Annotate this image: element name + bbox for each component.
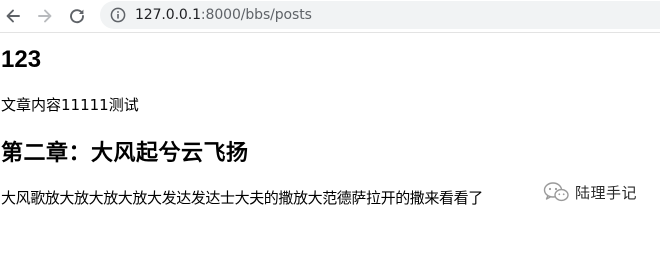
url-path: :8000/bbs/posts — [200, 7, 312, 23]
reload-icon — [70, 9, 84, 24]
watermark-text: 陆理手记 — [575, 183, 638, 202]
address-bar[interactable]: 127.0.0.1:8000/bbs/posts — [100, 1, 660, 29]
wechat-icon — [543, 182, 569, 202]
reload-button[interactable] — [64, 3, 90, 29]
info-icon[interactable] — [110, 7, 126, 23]
post-title: 123 — [1, 46, 42, 73]
back-button[interactable] — [0, 3, 26, 29]
forward-button[interactable] — [32, 3, 58, 29]
post-title: 第二章：大风起兮云飞扬 — [1, 140, 249, 165]
arrow-right-icon — [38, 9, 52, 23]
arrow-left-icon — [6, 9, 20, 23]
url-text[interactable]: 127.0.0.1:8000/bbs/posts — [135, 6, 312, 24]
page-content: 123 文章内容11111测试 第二章：大风起兮云飞扬 大风歌放大放大放大放大发… — [0, 33, 660, 257]
url-host: 127.0.0.1 — [135, 7, 201, 23]
post-content: 大风歌放大放大放大放大发达发达士大夫的撒放大范德萨拉开的撒来看看了 — [1, 189, 483, 207]
watermark: 陆理手记 — [543, 180, 637, 204]
browser-toolbar: 127.0.0.1:8000/bbs/posts — [0, 0, 660, 33]
post-content: 文章内容11111测试 — [1, 96, 139, 114]
